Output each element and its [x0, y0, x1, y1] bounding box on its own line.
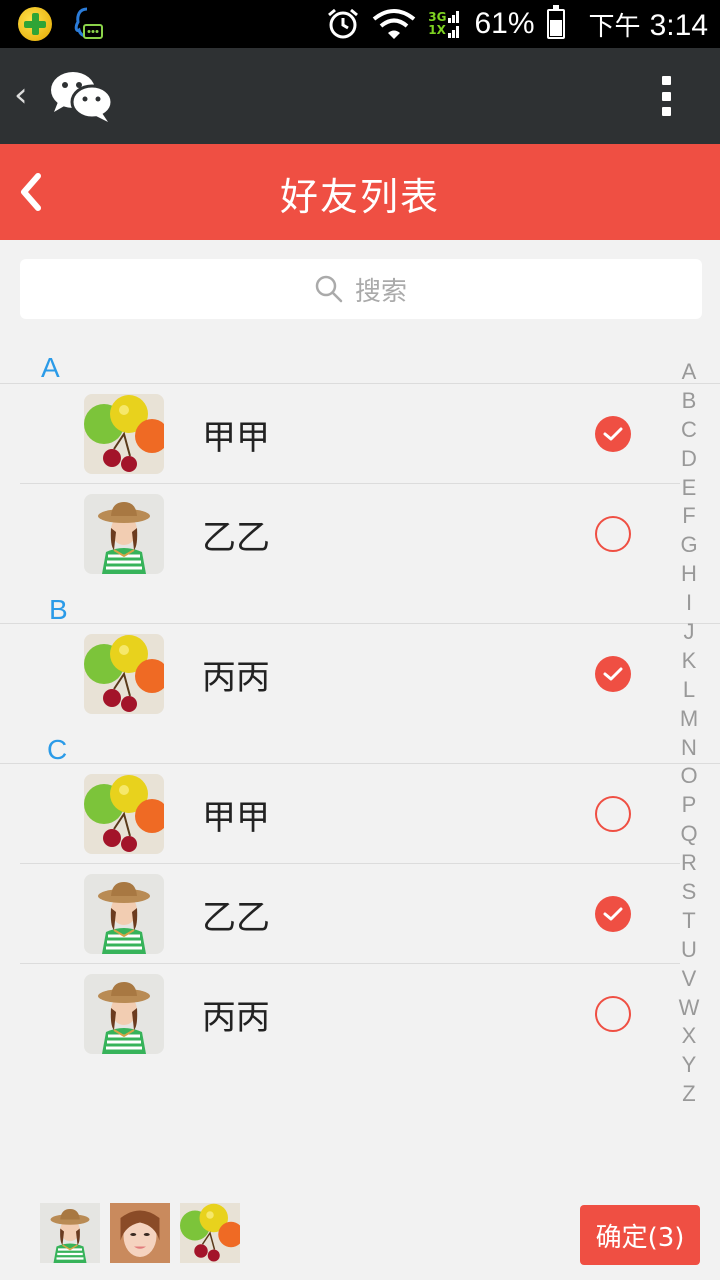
- woman-photo: [40, 1203, 100, 1263]
- qq-notification-icon: [74, 7, 103, 39]
- wifi-icon: [373, 9, 416, 39]
- index-letter[interactable]: L: [683, 676, 695, 705]
- status-bar-right: 3G 1X 61% 下午 3:14: [326, 4, 708, 44]
- select-checkbox[interactable]: [595, 896, 631, 932]
- friend-name: 丙丙: [202, 658, 270, 698]
- list-item[interactable]: 丙丙: [20, 964, 680, 1064]
- index-letter[interactable]: M: [680, 705, 698, 734]
- index-letter[interactable]: N: [681, 734, 697, 763]
- woman-face-photo: [110, 1203, 170, 1263]
- list-item[interactable]: 甲甲: [20, 384, 680, 484]
- friend-name: 乙乙: [202, 518, 270, 558]
- network-indicator: 3G 1X: [428, 11, 446, 37]
- friend-name: 甲甲: [202, 418, 270, 458]
- index-letter[interactable]: O: [680, 762, 697, 791]
- index-letter[interactable]: E: [682, 474, 697, 503]
- alarm-icon: [328, 8, 359, 39]
- select-checkbox[interactable]: [595, 656, 631, 692]
- index-letter[interactable]: V: [682, 965, 697, 994]
- selected-avatars: [40, 1203, 240, 1263]
- app-back-button[interactable]: ‹: [14, 78, 28, 112]
- avatar: [84, 394, 164, 474]
- index-letter[interactable]: J: [684, 618, 695, 647]
- search-icon: [315, 275, 343, 303]
- avatar: [84, 634, 164, 714]
- search-input[interactable]: 搜索: [20, 259, 702, 319]
- section-letter: B: [49, 594, 68, 625]
- search-placeholder: 搜索: [354, 276, 407, 307]
- network-type-bottom: 1X: [428, 23, 446, 37]
- index-letter[interactable]: U: [681, 936, 697, 965]
- index-letter[interactable]: I: [686, 589, 692, 618]
- avatar: [84, 774, 164, 854]
- fruit-image: [84, 634, 164, 714]
- section-header-a: A: [0, 344, 720, 384]
- index-letter[interactable]: X: [682, 1022, 697, 1051]
- index-letter[interactable]: Q: [680, 820, 697, 849]
- section-header-c: C: [0, 724, 720, 765]
- confirm-button[interactable]: 确定(3): [580, 1205, 700, 1265]
- index-letter[interactable]: T: [682, 907, 695, 936]
- index-letter[interactable]: R: [681, 849, 697, 878]
- index-letter[interactable]: P: [682, 791, 697, 820]
- select-checkbox[interactable]: [595, 416, 631, 452]
- list-item[interactable]: 甲甲: [20, 764, 680, 864]
- index-letter[interactable]: B: [682, 387, 697, 416]
- signal-icon: [448, 11, 460, 38]
- woman-photo: [84, 974, 164, 1054]
- avatar: [84, 494, 164, 574]
- friend-name: 乙乙: [202, 898, 270, 938]
- list-item[interactable]: 乙乙: [20, 484, 680, 584]
- friend-name: 甲甲: [202, 798, 270, 838]
- avatar: [84, 974, 164, 1054]
- index-letter[interactable]: D: [681, 445, 697, 474]
- select-checkbox[interactable]: [595, 796, 631, 832]
- friend-name: 丙丙: [202, 998, 270, 1038]
- selected-avatar[interactable]: [40, 1203, 100, 1263]
- index-letter[interactable]: W: [679, 994, 700, 1023]
- index-letter[interactable]: G: [680, 531, 697, 560]
- woman-photo: [84, 874, 164, 954]
- section-letter: A: [41, 352, 60, 383]
- title-bar: 好友列表: [0, 144, 720, 240]
- avatar: [84, 874, 164, 954]
- index-letter[interactable]: Y: [682, 1051, 697, 1080]
- select-checkbox[interactable]: [595, 516, 631, 552]
- battery-icon: [546, 5, 565, 39]
- status-bar-left: [18, 6, 104, 42]
- overflow-menu-icon[interactable]: [660, 76, 672, 116]
- fruit-image: [84, 774, 164, 854]
- clock-time: 3:14: [649, 8, 708, 42]
- list-item[interactable]: 乙乙: [20, 864, 680, 964]
- battery-percent: 61%: [474, 7, 535, 40]
- check-icon: [603, 667, 623, 681]
- index-letter[interactable]: F: [682, 502, 695, 531]
- fruit-image: [84, 394, 164, 474]
- app-bar: ‹: [0, 48, 720, 144]
- select-checkbox[interactable]: [595, 996, 631, 1032]
- alphabet-index[interactable]: ABCDEFGHIJKLMNOPQRSTUVWXYZ: [672, 358, 706, 1109]
- index-letter[interactable]: K: [682, 647, 697, 676]
- fruit-image: [180, 1203, 240, 1263]
- clock-ampm: 下午: [588, 11, 641, 42]
- status-bar: 3G 1X 61% 下午 3:14: [0, 0, 720, 48]
- index-letter[interactable]: H: [681, 560, 697, 589]
- wechat-logo-icon: [51, 72, 114, 122]
- check-icon: [603, 427, 623, 441]
- index-letter[interactable]: C: [681, 416, 697, 445]
- security-app-icon: [18, 7, 52, 41]
- index-letter[interactable]: Z: [682, 1080, 695, 1109]
- page-title: 好友列表: [279, 175, 440, 219]
- section-header-b: B: [0, 584, 720, 625]
- list-item[interactable]: 丙丙: [20, 624, 680, 724]
- section-letter: C: [47, 734, 68, 765]
- clock: 下午 3:14: [589, 6, 709, 43]
- woman-photo: [84, 494, 164, 574]
- index-letter[interactable]: S: [682, 878, 697, 907]
- check-icon: [603, 907, 623, 921]
- index-letter[interactable]: A: [682, 358, 697, 387]
- selected-avatar[interactable]: [110, 1203, 170, 1263]
- selected-avatar[interactable]: [180, 1203, 240, 1263]
